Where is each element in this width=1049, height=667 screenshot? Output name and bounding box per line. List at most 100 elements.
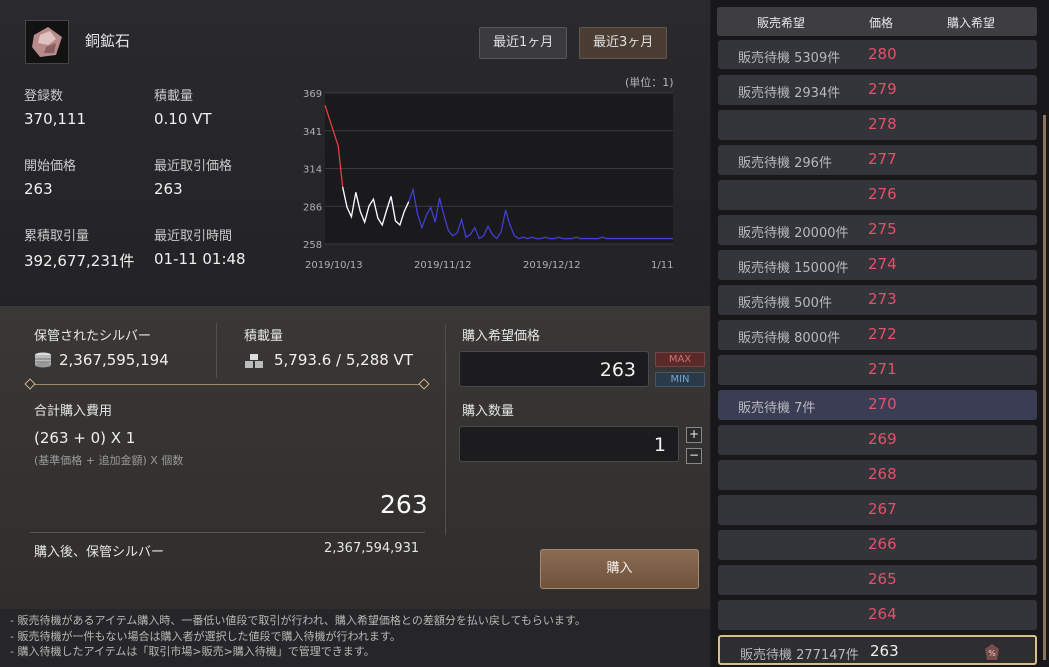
- divider: [216, 323, 217, 378]
- sell-wait-count: 販売待機 8000件: [738, 331, 841, 346]
- carry-weight-label: 積載量: [244, 329, 284, 344]
- price-level: 279: [868, 80, 897, 98]
- orderbook-row[interactable]: 271: [718, 355, 1037, 385]
- note-line: - 販売待機があるアイテム購入時、一番低い値段で取引が行われ、購入希望価格との差…: [10, 614, 586, 627]
- market-panel: 銅鉱石 最近1ヶ月 最近3ヶ月 登録数 370,111 積載量 0.10 VT …: [0, 0, 710, 667]
- registrations-label: 登録数: [24, 89, 64, 104]
- header-sell: 販売希望: [757, 16, 806, 30]
- chart-ytick-label: 314: [303, 165, 322, 176]
- sell-wait-count: 販売待機 296件: [738, 156, 832, 171]
- cost-formula-note: (基準価格 + 追加金額) X 個数: [34, 454, 184, 467]
- price-level: 269: [868, 430, 897, 448]
- recent-trade-time-label: 最近取引時間: [154, 229, 233, 244]
- sell-wait-count: 販売待機 277147件: [740, 648, 859, 663]
- price-level: 280: [868, 45, 897, 63]
- chart-ytick-label: 258: [303, 240, 322, 251]
- buy-button[interactable]: 購入: [540, 549, 699, 589]
- orderbook-row[interactable]: 269: [718, 425, 1037, 455]
- scrollbar[interactable]: [1043, 115, 1046, 660]
- recent-3-months-button[interactable]: 最近3ヶ月: [579, 27, 668, 59]
- chart-xtick-label: 2019/11/12: [414, 260, 472, 271]
- sell-wait-count: 販売待機 15000件: [738, 261, 849, 276]
- orderbook-row[interactable]: 販売待機 7件 270: [718, 390, 1037, 420]
- note-line: - 販売待機が一件もない場合は購入者が選択した値段で購入待機が行われます。: [10, 629, 401, 643]
- orderbook-row[interactable]: 販売待機 20000件 275: [718, 215, 1037, 245]
- sell-wait-count: 販売待機 5309件: [738, 51, 841, 66]
- header-buy: 購入希望: [947, 16, 996, 30]
- weight-icon: [244, 353, 264, 369]
- increase-quantity-button[interactable]: +: [686, 427, 702, 443]
- orderbook-row[interactable]: 販売待機 2934件 279: [718, 75, 1037, 105]
- price-level: 266: [868, 535, 897, 553]
- orderbook-row[interactable]: 276: [718, 180, 1037, 210]
- orderbook-row[interactable]: 266: [718, 530, 1037, 560]
- stored-silver-label: 保管されたシルバー: [34, 329, 152, 344]
- orderbook-row[interactable]: 販売待機 296件 277: [718, 145, 1037, 175]
- orderbook-row[interactable]: 販売待機 277147件 263%: [718, 635, 1037, 665]
- silver-coins-icon: [34, 352, 52, 368]
- decrease-quantity-button[interactable]: −: [686, 448, 702, 464]
- cost-formula: (263 + 0) X 1: [34, 429, 136, 447]
- after-purchase-label: 購入後、保管シルバー: [34, 545, 165, 560]
- orderbook-row[interactable]: 278: [718, 110, 1037, 140]
- total-volume-value: 392,677,231件: [24, 252, 135, 270]
- price-level: 268: [868, 465, 897, 483]
- buy-price-input[interactable]: 263: [459, 351, 649, 387]
- buy-price-label: 購入希望価格: [462, 329, 541, 344]
- orderbook-row[interactable]: 268: [718, 460, 1037, 490]
- orderbook-header: 販売希望 価格 購入希望: [717, 7, 1037, 36]
- svg-text:%: %: [988, 649, 996, 658]
- buy-quantity-label: 購入数量: [462, 404, 515, 419]
- section-separator: [30, 384, 425, 385]
- orderbook-row[interactable]: 264: [718, 600, 1037, 630]
- price-level: 263: [870, 642, 899, 660]
- price-level: 276: [868, 185, 897, 203]
- chart-xtick-label: 2019/10/13: [305, 260, 363, 271]
- header-price: 価格: [869, 16, 894, 30]
- copper-ore-icon: [25, 20, 69, 64]
- total-volume-label: 累積取引量: [24, 229, 90, 244]
- buy-quantity-input[interactable]: 1: [459, 426, 679, 462]
- price-level: 265: [868, 570, 897, 588]
- orderbook-row[interactable]: 販売待機 8000件 272: [718, 320, 1037, 350]
- weight-per-item-value: 0.10 VT: [154, 110, 212, 128]
- recent-trade-time-value: 01-11 01:48: [154, 250, 246, 268]
- price-level: 272: [868, 325, 897, 343]
- chart-ytick-label: 369: [303, 89, 322, 100]
- after-purchase-value: 2,367,594,931: [324, 541, 420, 556]
- price-level: 271: [868, 360, 897, 378]
- total-cost-value: 263: [380, 490, 428, 519]
- weight-per-item-label: 積載量: [154, 89, 194, 104]
- sell-wait-count: 販売待機 7件: [738, 401, 816, 416]
- recent-1-month-button[interactable]: 最近1ヶ月: [479, 27, 568, 59]
- chart-xtick-label: 2019/12/12: [523, 260, 581, 271]
- sell-wait-count: 販売待機 500件: [738, 296, 832, 311]
- min-price-button[interactable]: MIN: [655, 372, 705, 387]
- orderbook-row[interactable]: 販売待機 15000件 274: [718, 250, 1037, 280]
- price-level: 273: [868, 290, 897, 308]
- max-price-button[interactable]: MAX: [655, 352, 705, 367]
- stored-silver-value: 2,367,595,194: [59, 351, 169, 369]
- price-level: 267: [868, 500, 897, 518]
- price-level: 278: [868, 115, 897, 133]
- orderbook-row[interactable]: 販売待機 5309件 280: [718, 40, 1037, 69]
- price-level: 264: [868, 605, 897, 623]
- price-level: 274: [868, 255, 897, 273]
- registrations-value: 370,111: [24, 110, 87, 128]
- starting-price-label: 開始価格: [24, 159, 77, 174]
- sell-wait-count: 販売待機 20000件: [738, 226, 849, 241]
- orderbook-row[interactable]: 販売待機 500件 273: [718, 285, 1037, 315]
- recent-trade-price-label: 最近取引価格: [154, 159, 233, 174]
- price-level: 275: [868, 220, 897, 238]
- price-level: 277: [868, 150, 897, 168]
- divider: [445, 325, 446, 535]
- orderbook-row[interactable]: 267: [718, 495, 1037, 525]
- total-cost-label: 合計購入費用: [34, 404, 113, 419]
- item-name: 銅鉱石: [85, 32, 131, 50]
- note-line: - 購入待機したアイテムは「取引市場>販売>購入待機」で管理できます。: [10, 645, 375, 658]
- sell-wait-count: 販売待機 2934件: [738, 86, 841, 101]
- orderbook-row[interactable]: 265: [718, 565, 1037, 595]
- item-summary: 銅鉱石 最近1ヶ月 最近3ヶ月 登録数 370,111 積載量 0.10 VT …: [0, 0, 710, 307]
- chart-ytick-label: 286: [303, 202, 322, 213]
- starting-price-value: 263: [24, 180, 53, 198]
